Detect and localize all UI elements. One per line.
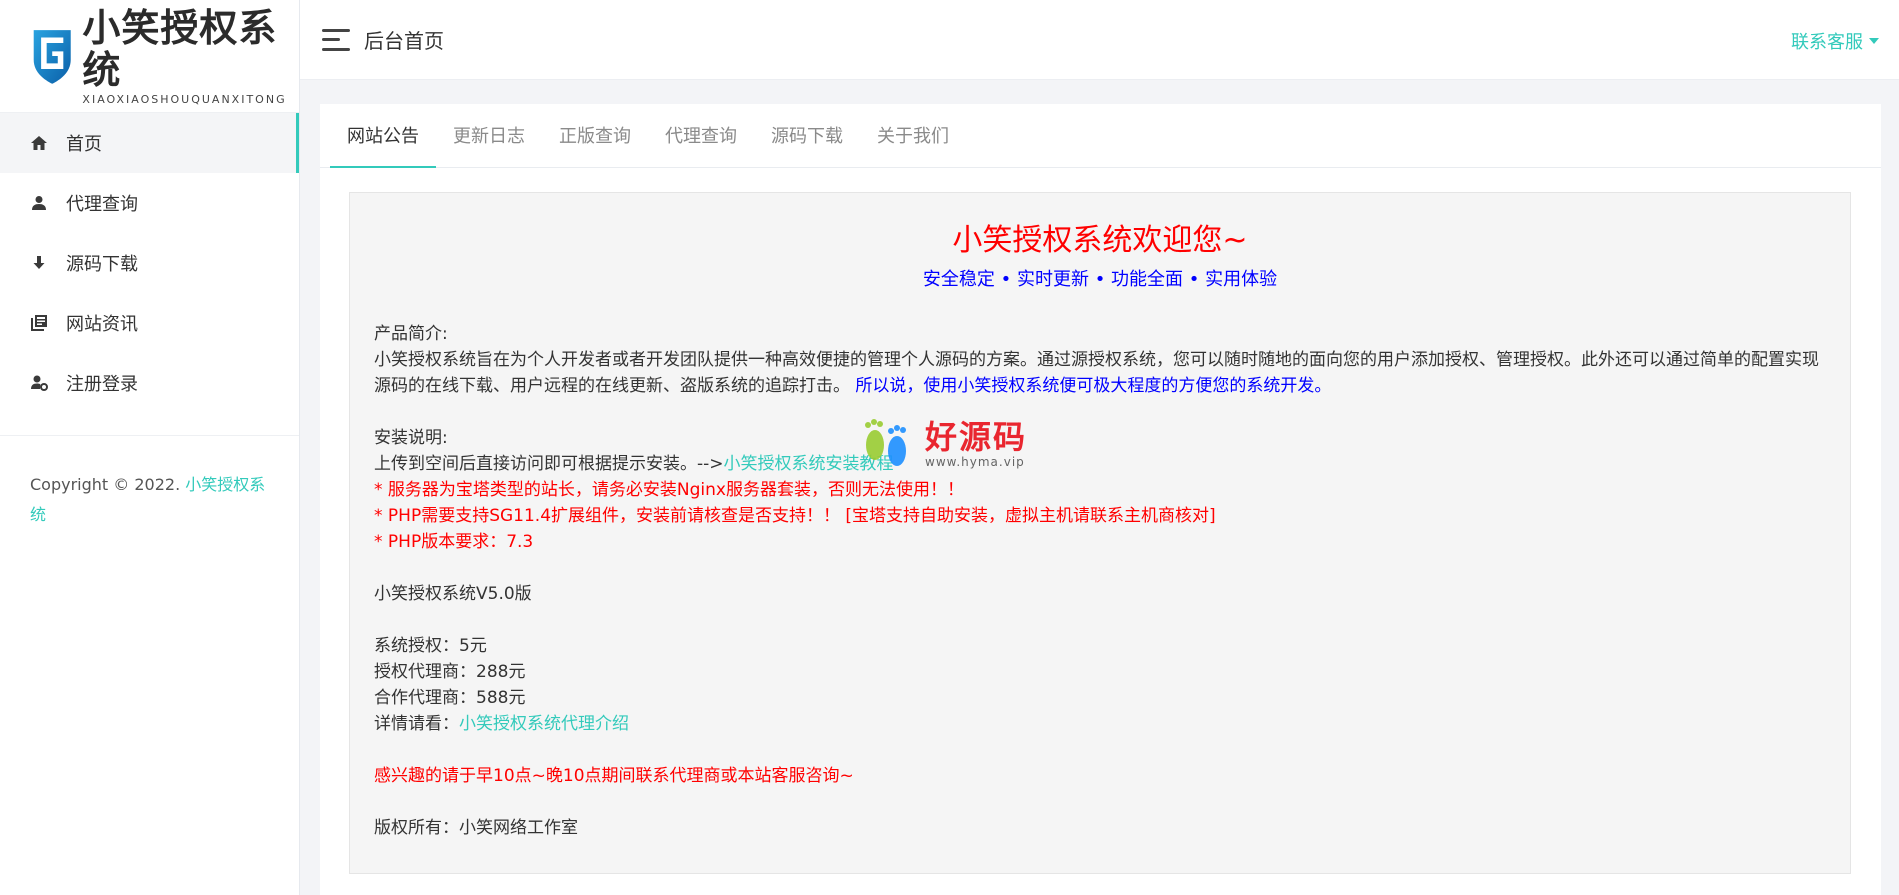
intro-paragraph: 小笑授权系统旨在为个人开发者或者开发团队提供一种高效便捷的管理个人源码的方案。通… bbox=[374, 347, 1826, 399]
sidebar-item-label: 代理查询 bbox=[66, 194, 138, 215]
menu-toggle-icon[interactable] bbox=[322, 28, 350, 51]
page-title: 后台首页 bbox=[364, 29, 444, 53]
tab-genuine-query[interactable]: 正版查询 bbox=[542, 103, 648, 167]
install-heading: 安装说明: bbox=[374, 428, 448, 448]
announcement-subtitle: 安全稳定 • 实时更新 • 功能全面 • 实用体验 bbox=[922, 269, 1278, 290]
caret-down-icon bbox=[1869, 38, 1879, 44]
sidebar-item-source-download[interactable]: 源码下载 bbox=[0, 233, 299, 293]
version-text: 小笑授权系统V5.0版 bbox=[374, 584, 532, 604]
details-line: 详情请看：小笑授权系统代理介绍 bbox=[374, 711, 1826, 737]
download-icon bbox=[28, 252, 50, 274]
shield-g-icon bbox=[33, 30, 71, 84]
copyright-text: Copyright © 2022. bbox=[30, 475, 181, 494]
watermark-url: www.hyma.vip bbox=[925, 455, 1025, 469]
sidebar-item-label: 网站资讯 bbox=[66, 314, 138, 335]
tab-changelog[interactable]: 更新日志 bbox=[436, 103, 542, 167]
announcement-panel: 小笑授权系统欢迎您~ 安全稳定 • 实时更新 • 功能全面 • 实用体验 产品简… bbox=[349, 192, 1851, 874]
sidebar-item-label: 首页 bbox=[66, 134, 102, 155]
watermark-title: 好源码 bbox=[925, 418, 1028, 456]
tab-about-us[interactable]: 关于我们 bbox=[860, 103, 966, 167]
logo-title: 小笑授权系统 bbox=[82, 5, 278, 92]
warning-nginx: * 服务器为宝塔类型的站长，请务必安装Nginx服务器套装，否则无法使用！！ bbox=[374, 480, 964, 500]
tab-announcement[interactable]: 网站公告 bbox=[330, 103, 436, 168]
sidebar-item-label: 源码下载 bbox=[66, 254, 138, 275]
sidebar-item-label: 注册登录 bbox=[66, 374, 138, 395]
user-icon bbox=[28, 192, 50, 214]
announcement-body: 产品简介: 小笑授权系统旨在为个人开发者或者开发团队提供一种高效便捷的管理个人源… bbox=[374, 321, 1826, 841]
user-settings-icon bbox=[28, 372, 50, 394]
copyright-owner: 版权所有：小笑网络工作室 bbox=[374, 818, 578, 838]
sidebar-item-home[interactable]: 首页 bbox=[0, 113, 299, 173]
sidebar: 小笑授权系统 XIAOXIAOSHOUQUANXITONG 首页 代理查询 源码… bbox=[0, 0, 300, 895]
warning-php-version: * PHP版本要求：7.3 bbox=[374, 532, 534, 552]
news-icon bbox=[28, 312, 50, 334]
logo-subtitle: XIAOXIAOSHOUQUANXITONG bbox=[82, 92, 287, 106]
watermark: 好源码 www.hyma.vip bbox=[855, 413, 1027, 475]
intro-highlight: 所以说，使用小笑授权系统便可极大程度的方便您的系统开发。 bbox=[855, 376, 1332, 396]
tab-bar: 网站公告 更新日志 正版查询 代理查询 源码下载 关于我们 bbox=[320, 104, 1881, 168]
sidebar-item-agent-query[interactable]: 代理查询 bbox=[0, 173, 299, 233]
contact-service-dropdown[interactable]: 联系客服 bbox=[1791, 28, 1879, 54]
main-card: 网站公告 更新日志 正版查询 代理查询 源码下载 关于我们 小笑授权系统欢迎您~… bbox=[320, 104, 1881, 895]
tab-source-download[interactable]: 源码下载 bbox=[754, 103, 860, 167]
home-icon bbox=[28, 132, 50, 154]
intro-heading: 产品简介: bbox=[374, 324, 448, 344]
price-license-agent: 授权代理商：288元 bbox=[374, 662, 526, 682]
topbar: 后台首页 联系客服 bbox=[300, 0, 1899, 80]
price-system-license: 系统授权：5元 bbox=[374, 636, 487, 656]
install-text: 上传到空间后直接访问即可根据提示安装。--> bbox=[374, 454, 724, 474]
tab-agent-query[interactable]: 代理查询 bbox=[648, 103, 754, 167]
sidebar-item-register-login[interactable]: 注册登录 bbox=[0, 353, 299, 413]
logo[interactable]: 小笑授权系统 XIAOXIAOSHOUQUANXITONG bbox=[0, 0, 299, 113]
install-line: 上传到空间后直接访问即可根据提示安装。-->小笑授权系统安装教程 bbox=[374, 451, 1826, 477]
sidebar-item-news[interactable]: 网站资讯 bbox=[0, 293, 299, 353]
agent-intro-link[interactable]: 小笑授权系统代理介绍 bbox=[459, 714, 629, 734]
footprints-icon bbox=[865, 419, 906, 466]
price-partner-agent: 合作代理商：588元 bbox=[374, 688, 526, 708]
contact-service-label: 联系客服 bbox=[1791, 32, 1863, 53]
copyright: Copyright © 2022. 小笑授权系统 bbox=[0, 436, 299, 530]
details-label: 详情请看： bbox=[374, 714, 459, 734]
announcement-title: 小笑授权系统欢迎您~ bbox=[952, 223, 1248, 258]
sidebar-nav: 首页 代理查询 源码下载 网站资讯 注册登录 bbox=[0, 113, 299, 413]
contact-note: 感兴趣的请于早10点~晚10点期间联系代理商或本站客服咨询~ bbox=[374, 766, 854, 786]
warning-sg11: * PHP需要支持SG11.4扩展组件，安装前请核查是否支持！！ [宝塔支持自助… bbox=[374, 506, 1216, 526]
